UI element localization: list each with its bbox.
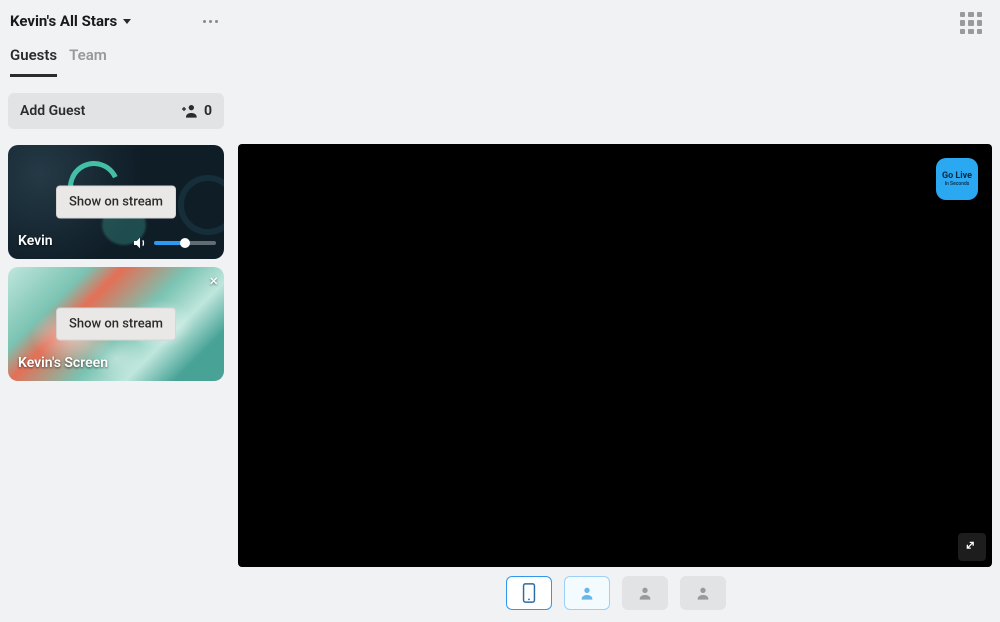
add-person-icon	[182, 104, 198, 118]
show-on-stream-button[interactable]: Show on stream	[56, 186, 176, 219]
apps-grid-icon[interactable]	[960, 12, 982, 34]
layout-toolbar	[232, 576, 1000, 610]
phone-icon	[521, 583, 537, 603]
person-icon	[695, 583, 711, 603]
add-guest-button[interactable]: Add Guest 0	[8, 93, 224, 129]
volume-thumb[interactable]	[180, 238, 190, 248]
tab-guests[interactable]: Guests	[10, 46, 57, 77]
fullscreen-button[interactable]	[958, 533, 986, 561]
volume-slider[interactable]	[154, 241, 216, 245]
fullscreen-icon	[965, 540, 979, 554]
add-guest-label: Add Guest	[20, 103, 85, 119]
participant-name: Kevin's Screen	[18, 355, 108, 371]
guest-count: 0	[182, 103, 212, 119]
layout-user-1[interactable]	[564, 576, 610, 610]
tab-team[interactable]: Team	[69, 46, 107, 77]
layout-user-2[interactable]	[622, 576, 668, 610]
volume-icon	[132, 235, 148, 251]
layout-single[interactable]	[506, 576, 552, 610]
go-live-badge[interactable]: Go Live In Seconds	[936, 158, 978, 200]
volume-control[interactable]	[132, 235, 216, 251]
sidebar-tabs: Guests Team	[8, 36, 224, 77]
stream-stage: Go Live In Seconds	[238, 144, 992, 567]
stream-title: Kevin's All Stars	[10, 12, 117, 30]
layout-user-3[interactable]	[680, 576, 726, 610]
person-icon	[637, 583, 653, 603]
stream-title-dropdown[interactable]: Kevin's All Stars	[10, 12, 131, 30]
participant-tile-screen[interactable]: × Show on stream Kevin's Screen	[8, 267, 224, 381]
go-live-line2: In Seconds	[945, 182, 970, 187]
more-icon[interactable]	[199, 16, 222, 27]
participant-tile-kevin[interactable]: Show on stream Kevin	[8, 145, 224, 259]
person-icon	[579, 583, 595, 603]
go-live-line1: Go Live	[942, 172, 972, 181]
participant-name: Kevin	[18, 233, 53, 249]
close-icon[interactable]: ×	[209, 271, 218, 290]
show-on-stream-button[interactable]: Show on stream	[56, 308, 176, 341]
chevron-down-icon	[123, 19, 131, 24]
